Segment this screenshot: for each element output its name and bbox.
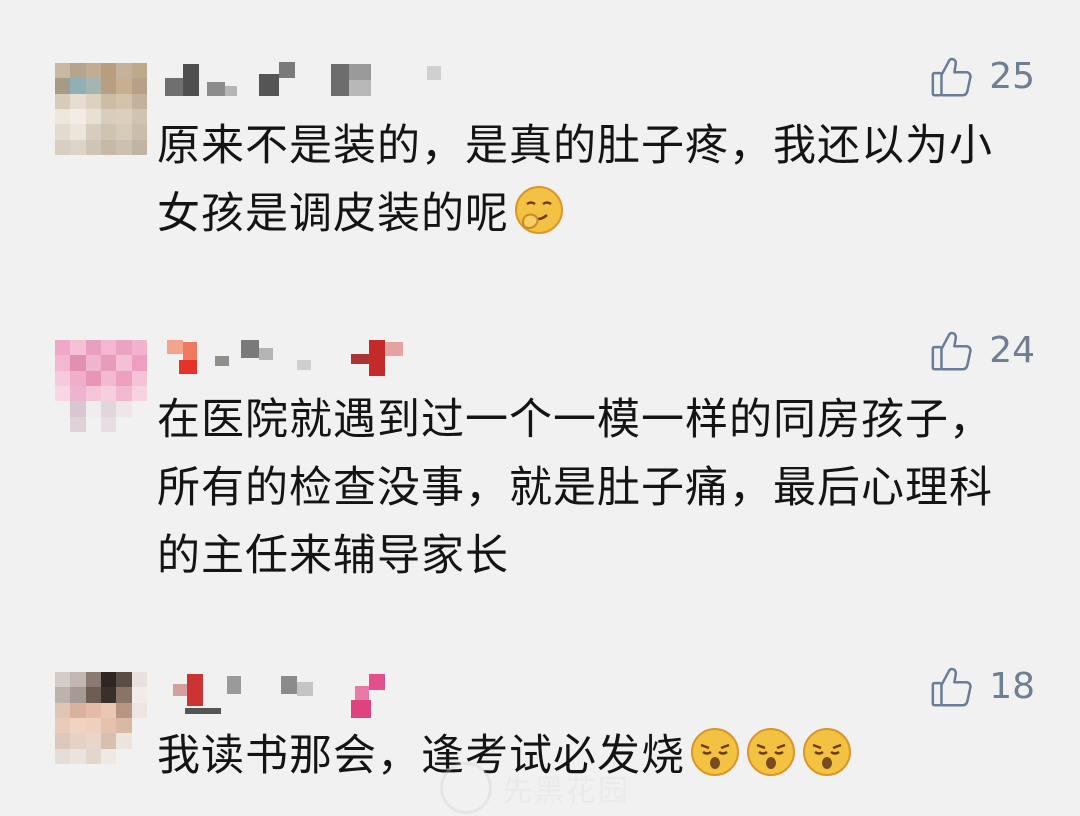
comment-list: 25 原来不是装的，是真的肚子疼，我还以为小女孩是调皮装的呢 24 在医院就遇到… (0, 0, 1080, 816)
nickname-obscured[interactable] (165, 672, 425, 718)
like-button[interactable]: 18 (929, 664, 1035, 710)
watermark-logo-icon (440, 762, 492, 814)
sleepy-emoji (691, 728, 739, 776)
like-count: 18 (989, 666, 1035, 707)
avatar[interactable] (55, 672, 147, 764)
sleepy-emoji (803, 728, 851, 776)
watermark: 先黑花园 (440, 762, 630, 814)
thumbs-up-icon (929, 664, 975, 710)
watermark-text: 先黑花园 (502, 774, 630, 809)
sleepy-emoji (747, 728, 795, 776)
comment-item: 18 我读书那会，逢考试必发烧 (0, 0, 1080, 816)
